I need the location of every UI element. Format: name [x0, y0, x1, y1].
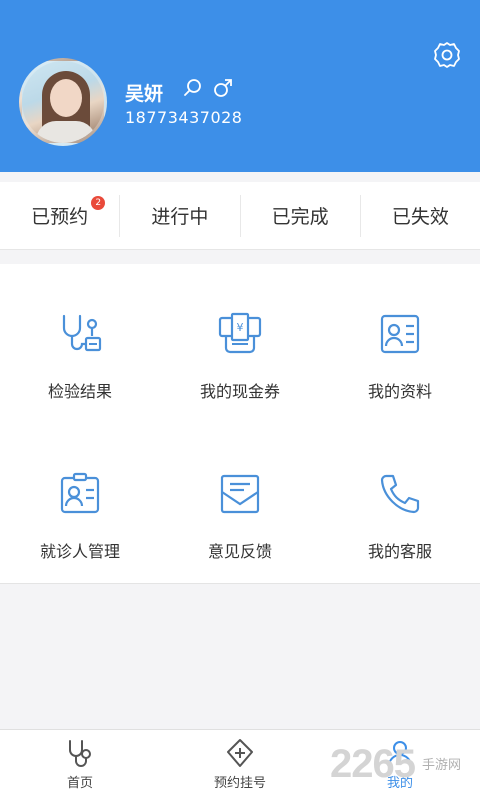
- status-completed[interactable]: 已完成: [241, 194, 361, 237]
- status-in-progress[interactable]: 进行中: [120, 194, 241, 237]
- status-label: 已失效: [391, 206, 449, 228]
- grid-item-label: 我的资料: [367, 382, 432, 401]
- svg-text:¥: ¥: [237, 321, 244, 334]
- coupon-icon: ¥: [218, 312, 262, 354]
- tab-label: 预约挂号: [213, 776, 266, 791]
- avatar[interactable]: [19, 58, 107, 146]
- stethoscope-icon: [69, 740, 91, 767]
- grid-item-label: 意见反馈: [207, 542, 272, 561]
- status-expired[interactable]: 已失效: [361, 195, 480, 237]
- grid-item-test-results[interactable]: 检验结果: [0, 264, 160, 424]
- status-badge: 2: [91, 195, 106, 210]
- male-icon: [213, 78, 233, 102]
- order-status-bar: 已预约 2 进行中 已完成 已失效: [0, 182, 480, 250]
- feedback-envelope-icon: [220, 474, 260, 514]
- watermark-number: 2265: [330, 742, 416, 786]
- user-name: 吴妍: [125, 83, 164, 105]
- grid-item-coupons[interactable]: ¥ 我的现金券: [160, 264, 320, 424]
- profile-card-icon: [380, 314, 420, 354]
- stethoscope-report-icon: [62, 314, 102, 352]
- user-phone: 18773437028: [125, 108, 243, 127]
- tab-home[interactable]: 首页: [0, 730, 160, 800]
- grid-item-my-profile[interactable]: 我的资料: [320, 264, 480, 424]
- watermark: 2265 手游网: [330, 742, 480, 792]
- status-label: 进行中: [151, 206, 209, 228]
- status-label: 已预约: [31, 206, 89, 228]
- grid-item-feedback[interactable]: 意见反馈: [160, 424, 320, 584]
- settings-icon[interactable]: [432, 40, 462, 70]
- grid-item-customer-service[interactable]: 我的客服: [320, 424, 480, 584]
- tab-booking[interactable]: 预约挂号: [160, 730, 320, 800]
- grid-item-label: 就诊人管理: [39, 542, 120, 561]
- status-booked[interactable]: 已预约 2: [0, 194, 121, 237]
- grid-item-label: 检验结果: [47, 382, 112, 401]
- patient-badge-icon: [60, 472, 100, 514]
- phone-icon: [380, 474, 420, 514]
- tab-label: 首页: [66, 776, 93, 791]
- grid-item-patient-management[interactable]: 就诊人管理: [0, 424, 160, 584]
- medical-cross-icon: [227, 739, 253, 767]
- function-grid: 检验结果 ¥ 我的现金券 我的资料 就诊人管理 意见反馈 我的客服: [0, 264, 480, 584]
- grid-item-label: 我的客服: [367, 542, 432, 561]
- status-label: 已完成: [271, 206, 329, 228]
- watermark-site: 手游网: [422, 758, 462, 773]
- search-icon: [183, 78, 203, 102]
- profile-header: 吴妍 18773437028: [0, 0, 480, 172]
- grid-item-label: 我的现金券: [199, 382, 280, 401]
